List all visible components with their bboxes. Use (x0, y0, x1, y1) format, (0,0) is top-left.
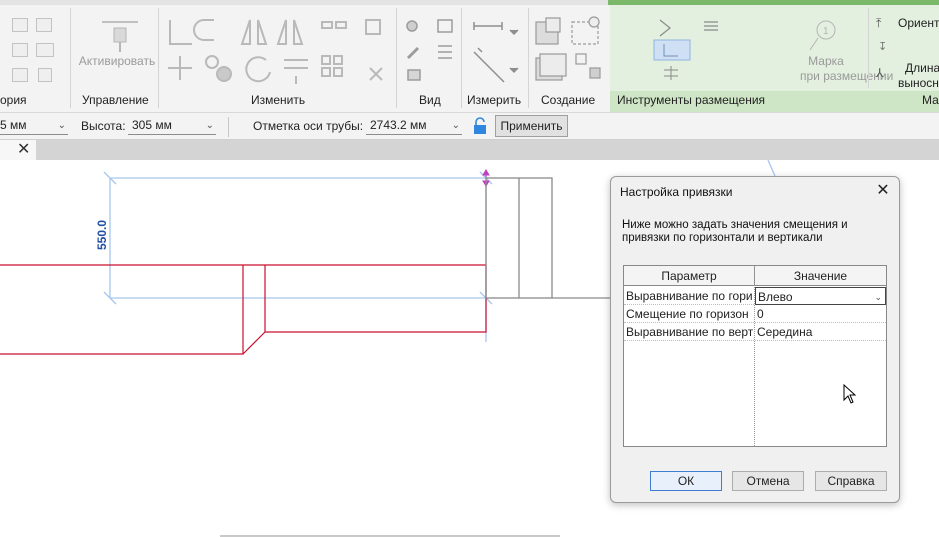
value-cell[interactable]: Середина (755, 323, 886, 341)
view-tab-strip (0, 140, 939, 160)
panel-title-measure: Измерить (467, 93, 522, 107)
measure-tools-icons[interactable] (470, 16, 524, 86)
panel-separator (396, 8, 397, 108)
view-tab[interactable]: ✕ (0, 140, 36, 160)
tool-icon[interactable] (12, 18, 28, 32)
snap-settings-dialog: Настройка привязки ✕ Ниже можно задать з… (610, 176, 900, 503)
duct-outline (0, 264, 487, 355)
panel-separator (528, 8, 529, 108)
tool-icon[interactable] (36, 43, 54, 57)
options-separator (228, 117, 229, 137)
tag-on-placement-label1[interactable]: Марка (800, 54, 852, 68)
parameters-grid: Параметр Значение Выравнивание по гори В… (623, 265, 887, 447)
elevation-value: 2743.2 мм (370, 118, 427, 132)
param-cell[interactable]: Выравнивание по гори (624, 287, 754, 305)
options-bar: 5 мм ⌄ Высота: 305 мм ⌄ Отметка оси труб… (0, 113, 939, 140)
placement-tools-icons[interactable] (650, 14, 730, 86)
panel-separator (461, 8, 462, 108)
modify-tools-icons[interactable] (166, 16, 396, 86)
elevation-label: Отметка оси трубы: (253, 119, 364, 133)
panel-title-placement-tools: Инструменты размещения (617, 93, 766, 107)
value-cell: Влево (758, 290, 793, 304)
value-dropdown[interactable]: Влево ⌄ (755, 287, 886, 305)
column-header-value[interactable]: Значение (755, 266, 886, 286)
ok-button[interactable]: ОК (650, 471, 722, 491)
orient-label[interactable]: Ориент (898, 16, 939, 30)
leader-icon[interactable]: ↧ (878, 40, 887, 53)
tool-icon[interactable] (12, 43, 28, 57)
view-tools-icons[interactable] (404, 16, 458, 86)
lock-icon[interactable] (472, 117, 488, 135)
height-field[interactable]: 305 мм ⌄ (128, 116, 216, 135)
ribbon: ория Активировать Управление Изменить Ви… (0, 0, 939, 113)
chevron-down-icon[interactable]: ⌄ (206, 116, 214, 135)
param-cell[interactable]: Выравнивание по верт (624, 323, 754, 341)
contextual-tab-indicator (608, 0, 939, 5)
tool-icon[interactable] (12, 68, 28, 82)
param-cell[interactable]: Смещение по горизон (624, 305, 754, 323)
length-label1[interactable]: Длина (905, 61, 939, 75)
tag-icon[interactable]: 1 (808, 16, 844, 52)
panel-separator (70, 8, 71, 108)
panel-separator (158, 8, 159, 108)
panel-title-create: Создание (541, 93, 596, 107)
mouse-cursor-icon (843, 384, 857, 404)
length-icon[interactable]: ⅄ (876, 66, 883, 80)
cancel-button[interactable]: Отмена (732, 471, 804, 491)
apply-button[interactable]: Применить (495, 115, 568, 137)
column-header-param[interactable]: Параметр (624, 266, 755, 286)
tag-on-placement-label2[interactable]: при размещении (800, 69, 893, 83)
width-field[interactable]: 5 мм ⌄ (0, 116, 68, 135)
chevron-down-icon[interactable]: ⌄ (452, 116, 460, 135)
svg-text:1: 1 (823, 26, 829, 37)
dialog-description: Ниже можно задать значения смещения и пр… (622, 219, 848, 244)
dimension-text: 550.0 (95, 220, 109, 250)
width-value: 5 мм (0, 118, 27, 132)
length-label2[interactable]: выносн (898, 76, 939, 90)
tool-icon[interactable] (36, 18, 52, 32)
elevation-field[interactable]: 2743.2 мм ⌄ (366, 116, 462, 135)
activate-button[interactable]: Активировать (76, 54, 158, 68)
dialog-title: Настройка привязки (620, 185, 733, 199)
chevron-down-icon[interactable]: ⌄ (58, 116, 66, 135)
panel-title-view: Вид (419, 93, 441, 107)
orient-icon[interactable]: ⤒ (876, 16, 892, 30)
close-icon[interactable]: ✕ (17, 140, 30, 160)
panel-separator (868, 8, 869, 88)
panel-title-right: Ма (922, 93, 939, 107)
create-tools-icons[interactable] (532, 14, 606, 88)
pin-icon[interactable] (100, 18, 140, 54)
chevron-down-icon[interactable]: ⌄ (874, 288, 882, 304)
equipment-outline (485, 177, 620, 299)
height-value: 305 мм (132, 118, 172, 132)
close-icon[interactable]: ✕ (873, 181, 893, 201)
value-cell[interactable]: 0 (755, 305, 886, 323)
height-label: Высота: (81, 119, 126, 133)
help-button[interactable]: Справка (815, 471, 887, 491)
panel-title-manage: Управление (82, 93, 149, 107)
panel-title-left: ория (0, 93, 27, 107)
panel-title-modify: Изменить (251, 93, 306, 107)
hammer-icon[interactable] (38, 68, 52, 82)
